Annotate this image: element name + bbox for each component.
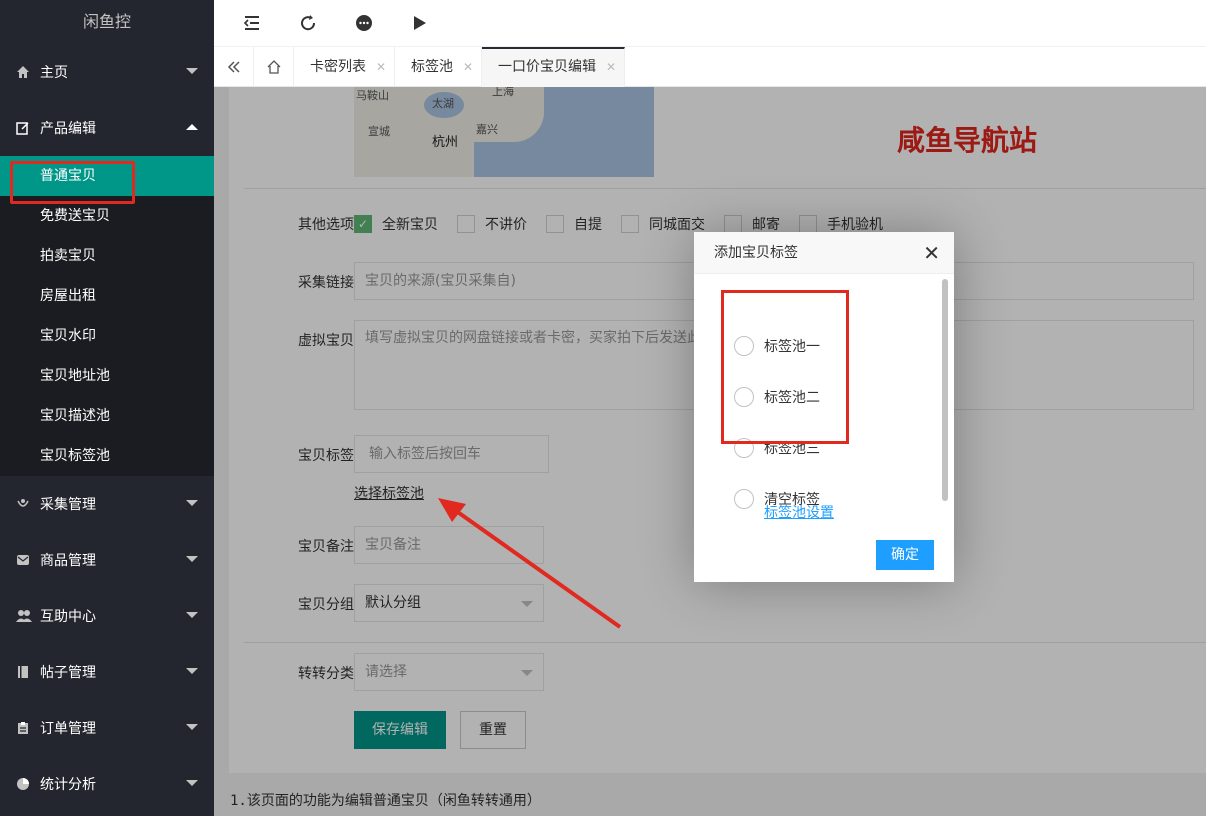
nav-collect-label: 采集管理 xyxy=(40,497,96,513)
nav-orders-label: 订单管理 xyxy=(40,721,96,737)
tab-label: 标签池 xyxy=(411,59,453,75)
nav-posts-label: 帖子管理 xyxy=(40,665,96,681)
close-icon[interactable]: ✕ xyxy=(606,49,616,85)
sidebar: 闲鱼控 主页 产品编辑 普通宝贝 免费送宝贝 拍卖宝贝 房屋出租 宝贝水印 宝贝… xyxy=(0,0,214,816)
nav-stats[interactable]: 统计分析 xyxy=(0,756,214,812)
pie-chart-icon xyxy=(16,777,30,791)
nav-goods-label: 商品管理 xyxy=(40,553,96,569)
chevron-up-icon xyxy=(186,124,198,130)
tab-label: 卡密列表 xyxy=(310,59,366,75)
home-tab-icon[interactable] xyxy=(254,47,294,87)
nav-collect[interactable]: 采集管理 xyxy=(0,476,214,532)
product-edit-submenu: 普通宝贝 免费送宝贝 拍卖宝贝 房屋出租 宝贝水印 宝贝地址池 宝贝描述池 宝贝… xyxy=(0,156,214,476)
collect-icon xyxy=(16,497,30,511)
tab-fixed-price-edit[interactable]: 一口价宝贝编辑 ✕ xyxy=(482,47,625,87)
add-tag-dialog: 添加宝贝标签 ✕ 标签池一 标签池二 标签池三 清空标签 标签池设置 确定 xyxy=(694,232,954,582)
sub-item-auction[interactable]: 拍卖宝贝 xyxy=(0,236,214,276)
users-icon xyxy=(16,609,32,623)
double-chevron-left-icon[interactable] xyxy=(214,47,254,87)
tab-tag-pool[interactable]: 标签池 ✕ xyxy=(395,47,482,87)
book-icon xyxy=(16,665,30,679)
edit-icon xyxy=(16,121,30,135)
chat-icon[interactable] xyxy=(353,12,375,34)
menu-collapse-icon[interactable] xyxy=(241,12,263,34)
radio-icon xyxy=(734,489,754,509)
tab-bar: 卡密列表 ✕ 标签池 ✕ 一口价宝贝编辑 ✕ xyxy=(214,47,1206,87)
chevron-down-icon xyxy=(186,556,198,562)
nav-product-edit[interactable]: 产品编辑 xyxy=(0,100,214,156)
brand-logo: 闲鱼控 xyxy=(82,12,131,31)
home-icon xyxy=(16,65,30,79)
chevron-down-icon xyxy=(186,780,198,786)
play-icon[interactable] xyxy=(409,12,431,34)
nav-home-label: 主页 xyxy=(40,65,68,81)
top-toolbar xyxy=(214,0,1206,47)
confirm-button[interactable]: 确定 xyxy=(876,540,934,570)
chevron-down-icon xyxy=(186,668,198,674)
chevron-down-icon xyxy=(186,500,198,506)
annotation-arrow xyxy=(438,498,622,629)
tag-pool-settings-link[interactable]: 标签池设置 xyxy=(764,502,834,522)
nav-orders[interactable]: 订单管理 xyxy=(0,700,214,756)
dialog-scrollbar[interactable] xyxy=(942,279,950,529)
dialog-header: 添加宝贝标签 ✕ xyxy=(694,232,954,274)
scrollbar-thumb[interactable] xyxy=(942,279,948,501)
nav-posts[interactable]: 帖子管理 xyxy=(0,644,214,700)
clipboard-icon xyxy=(16,721,30,735)
mail-icon xyxy=(16,553,30,567)
tab-card-list[interactable]: 卡密列表 ✕ xyxy=(294,47,395,87)
nav-stats-label: 统计分析 xyxy=(40,777,96,793)
dialog-title: 添加宝贝标签 xyxy=(714,245,798,261)
nav-product-edit-label: 产品编辑 xyxy=(40,121,96,137)
highlight-box-dialog xyxy=(721,290,849,444)
nav-home[interactable]: 主页 xyxy=(0,44,214,100)
tab-label: 一口价宝贝编辑 xyxy=(498,59,596,75)
nav-goods[interactable]: 商品管理 xyxy=(0,532,214,588)
nav-help-center[interactable]: 互助中心 xyxy=(0,588,214,644)
sub-item-address-pool[interactable]: 宝贝地址池 xyxy=(0,356,214,396)
sub-item-tag-pool[interactable]: 宝贝标签池 xyxy=(0,436,214,476)
sub-item-rent[interactable]: 房屋出租 xyxy=(0,276,214,316)
chevron-down-icon xyxy=(186,68,198,74)
chevron-down-icon xyxy=(186,724,198,730)
sub-item-watermark[interactable]: 宝贝水印 xyxy=(0,316,214,356)
highlight-box-sidebar xyxy=(10,161,135,204)
refresh-icon[interactable] xyxy=(297,12,319,34)
close-icon[interactable]: ✕ xyxy=(376,47,386,87)
sub-item-desc-pool[interactable]: 宝贝描述池 xyxy=(0,396,214,436)
chevron-down-icon xyxy=(186,612,198,618)
close-icon[interactable]: ✕ xyxy=(463,47,473,87)
close-icon[interactable]: ✕ xyxy=(923,232,940,274)
nav-help-center-label: 互助中心 xyxy=(40,609,96,625)
